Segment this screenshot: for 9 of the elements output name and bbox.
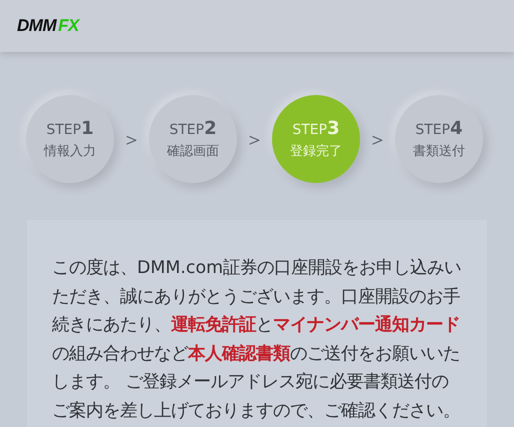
chevron-icon: ＞: [237, 126, 272, 152]
message-text: この度は、DMM.com証券の口座開設をお申し込みいただき、誠にありがとうございます。口座開設のお手続きにあたり、運転免許証とマイナンバー通知カードの組み合わせなど本人確認書類のご送付をお願いいたします。 ご登録メールアドレス宛に必要書類送付のご案内を差し上げておりますので、ご確認ください。: [52, 257, 462, 422]
step-indicator: STEP4 書類送付: [395, 95, 483, 183]
step-indicator: STEP2 確認画面: [149, 95, 237, 183]
chevron-icon: ＞: [360, 126, 395, 152]
step-indicator: STEP1 情報入力: [26, 95, 114, 183]
chevron-icon: ＞: [114, 126, 149, 152]
step-indicator: STEP3 登録完了: [272, 95, 360, 183]
logo[interactable]: DMMFX: [17, 16, 79, 36]
